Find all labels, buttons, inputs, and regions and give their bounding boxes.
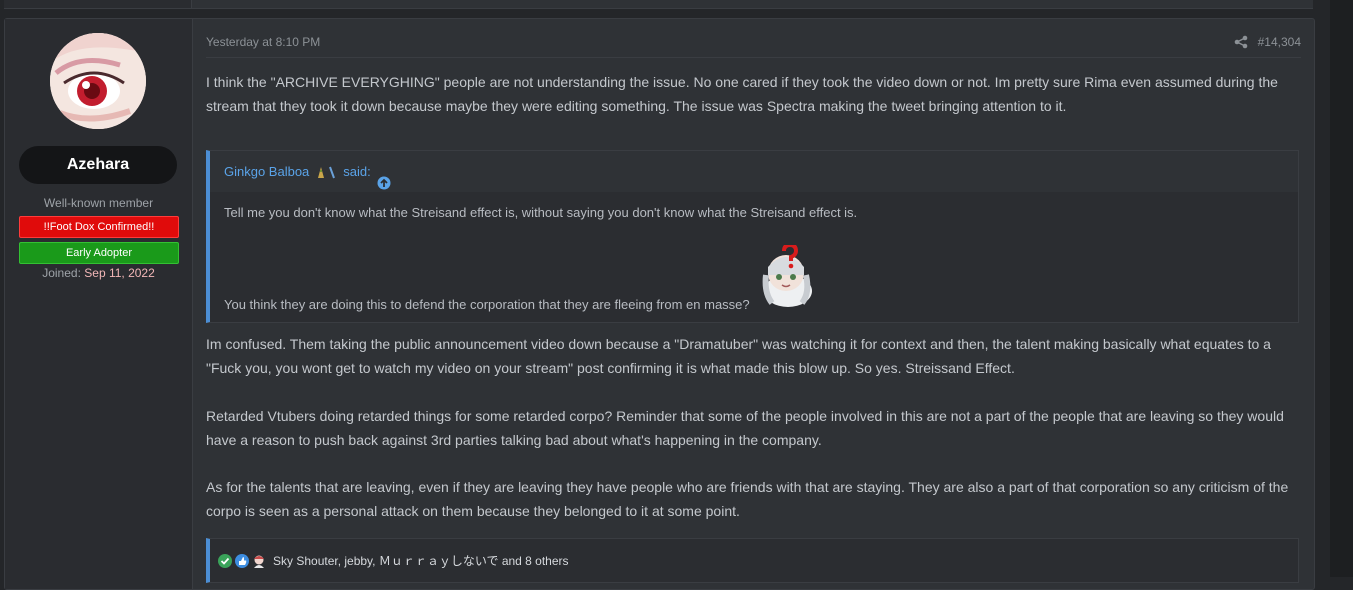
post-actions: #14,304	[1234, 35, 1301, 49]
reaction-users[interactable]: Sky Shouter, jebby, Ｍｕｒｒａｙしないで and 8 oth…	[273, 552, 569, 569]
post-paragraph-1: I think the "ARCHIVE EVERYGHING" people …	[206, 74, 1278, 114]
user-title: Well-known member	[43, 196, 154, 210]
post-content-cell: Yesterday at 8:10 PM #14,304 I think the…	[193, 19, 1314, 589]
thumbs-up-icon	[235, 553, 249, 568]
share-icon[interactable]	[1234, 35, 1248, 49]
check-icon	[218, 553, 232, 568]
avatar[interactable]	[50, 33, 146, 129]
previous-post-edge	[4, 0, 1313, 9]
user-banner-early-adopter: Early Adopter	[19, 242, 179, 264]
quote-text-2: You think they are doing this to defend …	[224, 297, 750, 312]
post-number[interactable]: #14,304	[1258, 35, 1301, 49]
post-date[interactable]: Yesterday at 8:10 PM	[206, 35, 320, 49]
joined-label: Joined:	[42, 266, 81, 280]
quote-author[interactable]: Ginkgo Balboa	[224, 151, 309, 192]
user-cell: Azehara Well-known member !!Foot Dox Con…	[5, 19, 193, 589]
quote-said-label[interactable]: said:	[343, 151, 370, 192]
character-icon	[252, 554, 266, 568]
confused-character-emote	[758, 242, 818, 311]
quote-header: Ginkgo Balboa said:	[210, 151, 1298, 192]
joined-info: Joined: Sep 11, 2022	[5, 266, 192, 280]
post-message: Azehara Well-known member !!Foot Dox Con…	[4, 18, 1315, 590]
reactions-bar[interactable]: Sky Shouter, jebby, Ｍｕｒｒａｙしないで and 8 oth…	[206, 538, 1299, 583]
username[interactable]: Azehara	[19, 146, 177, 184]
jump-to-quote-icon[interactable]	[377, 165, 391, 189]
post-header: Yesterday at 8:10 PM #14,304	[206, 35, 1301, 58]
author-flair-icon	[315, 165, 337, 179]
post-paragraph-4: As for the talents that are leaving, eve…	[206, 479, 1289, 519]
previous-post-user-cell	[4, 0, 192, 8]
post-paragraph-3: Retarded Vtubers doing retarded things f…	[206, 408, 1284, 448]
user-banner-foot-dox: !!Foot Dox Confirmed!!	[19, 216, 179, 238]
quote-text-1: Tell me you don't know what the Streisan…	[224, 205, 858, 220]
right-gutter	[1330, 0, 1353, 577]
post-paragraph-2: Im confused. Them taking the public anno…	[206, 336, 1271, 376]
joined-date: Sep 11, 2022	[84, 266, 155, 280]
quote-block: Ginkgo Balboa said: Tell me you don't kn…	[206, 150, 1299, 323]
